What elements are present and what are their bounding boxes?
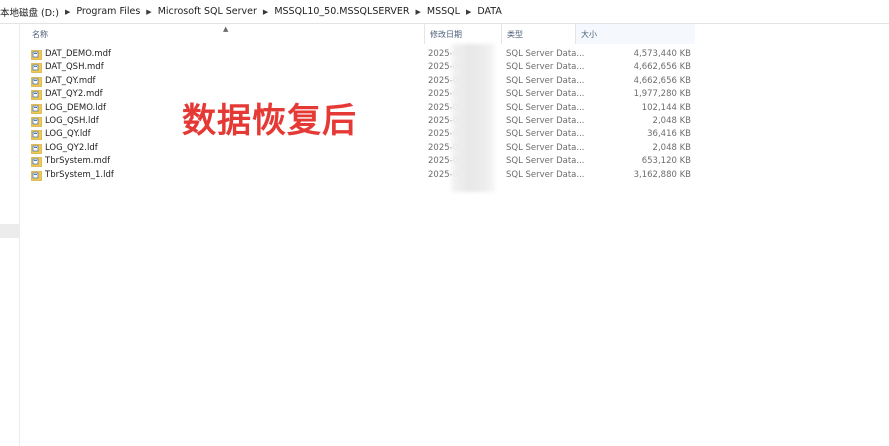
file-name: LOG_QY.ldf — [45, 129, 91, 140]
sql-database-file-icon — [31, 103, 42, 114]
breadcrumb-segment[interactable]: MSSQL10_50.MSSQLSERVER — [274, 6, 409, 17]
file-name: DAT_QY2.mdf — [45, 89, 103, 100]
file-name: DAT_DEMO.mdf — [45, 49, 111, 59]
file-name: LOG_QY2.ldf — [45, 142, 98, 153]
file-size: 2,048 KB — [652, 115, 691, 126]
file-row[interactable]: DAT_QY.mdf 2025-0 SQL Server Data... 4,662,… — [19, 75, 695, 88]
file-row[interactable]: DAT_QY2.mdf 2025-0 SQL Server Data... 1,977… — [19, 88, 695, 101]
breadcrumb-separator-icon[interactable]: ▶ — [263, 8, 268, 16]
breadcrumb-separator-icon[interactable]: ▶ — [146, 8, 151, 16]
file-size: 653,120 KB — [641, 156, 691, 167]
file-row[interactable]: TbrSystem.mdf 2025-0 SQL Server Data... 653… — [19, 155, 695, 168]
file-size: 4,573,440 KB — [633, 49, 691, 59]
file-size: 4,662,656 KB — [633, 62, 691, 73]
breadcrumb: 本地磁盘 (D:) ▶ Program Files ▶ Microsoft SQL Se… — [0, 0, 889, 24]
sql-database-file-icon — [31, 63, 42, 74]
file-list: DAT_DEMO.mdf 2025-0 SQL Server Data... 4,57… — [19, 48, 695, 182]
column-header-type-label: 类型 — [507, 29, 523, 39]
file-row[interactable]: LOG_QY.ldf 2025-0 SQL Server Data... 36,416… — [19, 128, 695, 141]
file-name: DAT_QSH.mdf — [45, 62, 104, 73]
column-header-size[interactable]: 大小 — [575, 24, 695, 44]
sql-database-file-icon — [31, 50, 42, 60]
breadcrumb-segment[interactable]: DATA — [477, 6, 501, 17]
sql-database-file-icon — [31, 170, 42, 181]
sql-database-file-icon — [31, 143, 42, 154]
column-header-size-label: 大小 — [581, 29, 597, 39]
sql-database-file-icon — [31, 76, 42, 87]
breadcrumb-segment[interactable]: 本地磁盘 (D:) — [0, 5, 59, 19]
column-header-name[interactable]: 名称 ▲ — [19, 24, 424, 44]
breadcrumb-separator-icon[interactable]: ▶ — [65, 8, 70, 16]
file-name: DAT_QY.mdf — [45, 75, 96, 86]
sql-database-file-icon — [31, 90, 42, 100]
breadcrumb-segment[interactable]: MSSQL — [427, 6, 460, 17]
overlay-caption: 数据恢复后 — [182, 101, 357, 141]
file-name: TbrSystem_1.ldf — [45, 169, 114, 180]
column-header-name-label: 名称 — [32, 29, 48, 39]
file-row[interactable]: DAT_DEMO.mdf 2025-0 SQL Server Data... 4,57… — [19, 48, 695, 61]
file-type: SQL Server Data... — [506, 89, 585, 100]
navigation-pane[interactable] — [0, 24, 20, 446]
file-row[interactable]: DAT_QSH.mdf 2025-0 SQL Server Data... 4,662… — [19, 61, 695, 74]
breadcrumb-segment[interactable]: Microsoft SQL Server — [158, 6, 257, 17]
file-type: SQL Server Data... — [506, 142, 585, 153]
file-type: SQL Server Data... — [506, 169, 585, 180]
file-type: SQL Server Data... — [506, 49, 585, 59]
file-size: 102,144 KB — [641, 102, 691, 113]
blurred-date-region — [451, 44, 495, 192]
column-header-date[interactable]: 修改日期 — [424, 24, 501, 44]
file-type: SQL Server Data... — [506, 129, 585, 140]
file-name: LOG_DEMO.ldf — [45, 102, 107, 113]
breadcrumb-separator-icon[interactable]: ▶ — [466, 8, 471, 16]
file-size: 2,048 KB — [652, 142, 691, 153]
file-type: SQL Server Data... — [506, 115, 585, 126]
file-row[interactable]: TbrSystem_1.ldf 2025-0 SQL Server Data... 3… — [19, 169, 695, 182]
breadcrumb-segment[interactable]: Program Files — [76, 6, 140, 17]
file-size: 1,977,280 KB — [633, 89, 691, 100]
file-row[interactable]: LOG_DEMO.ldf 2025-0 SQL Server Data... 102,… — [19, 102, 695, 115]
file-size: 4,662,656 KB — [633, 75, 691, 86]
file-size: 36,416 KB — [647, 129, 691, 140]
column-header-row: 名称 ▲ 修改日期 类型 大小 — [19, 24, 695, 44]
file-type: SQL Server Data... — [506, 75, 585, 86]
file-size: 3,162,880 KB — [633, 169, 691, 180]
navigation-pane-selected-item[interactable] — [0, 224, 19, 238]
breadcrumb-separator-icon[interactable]: ▶ — [416, 8, 421, 16]
file-type: SQL Server Data... — [506, 62, 585, 73]
file-type: SQL Server Data... — [506, 102, 585, 113]
column-header-date-label: 修改日期 — [430, 29, 462, 39]
sql-database-file-icon — [31, 117, 42, 127]
file-name: LOG_QSH.ldf — [45, 115, 99, 126]
column-header-type[interactable]: 类型 — [501, 24, 575, 44]
file-row[interactable]: LOG_QSH.ldf 2025-0 SQL Server Data... 2,048… — [19, 115, 695, 128]
sort-ascending-icon: ▲ — [223, 25, 229, 33]
sql-database-file-icon — [31, 130, 42, 141]
file-row[interactable]: LOG_QY2.ldf 2025-0 SQL Server Data... 2,048… — [19, 142, 695, 155]
sql-database-file-icon — [31, 157, 42, 167]
file-name: TbrSystem.mdf — [45, 156, 111, 167]
file-type: SQL Server Data... — [506, 156, 585, 167]
